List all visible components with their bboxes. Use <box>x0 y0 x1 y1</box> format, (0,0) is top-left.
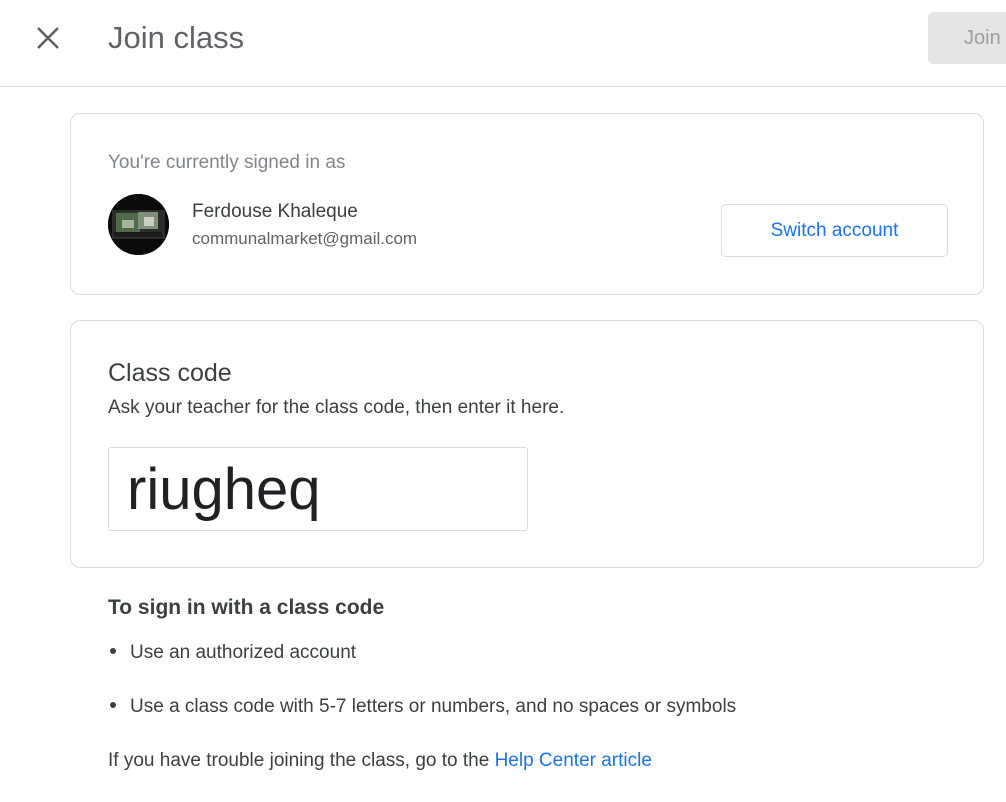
list-item: Use a class code with 5-7 letters or num… <box>110 696 736 718</box>
switch-account-button[interactable]: Switch account <box>721 204 948 257</box>
trouble-text: If you have trouble joining the class, g… <box>108 750 652 772</box>
bullet-text: Use an authorized account <box>130 642 357 663</box>
bullet-dot <box>110 702 116 709</box>
class-code-card: Class code Ask your teacher for the clas… <box>70 320 984 568</box>
top-app-bar: Join class Join <box>0 0 1006 87</box>
class-code-instructions: Ask your teacher for the class code, the… <box>108 397 565 418</box>
page-title: Join class <box>108 20 245 55</box>
account-name: Ferdouse Khaleque <box>192 201 358 222</box>
trouble-text-prefix: If you have trouble joining the class, g… <box>108 750 495 771</box>
bullet-dot <box>110 648 116 655</box>
class-code-input[interactable] <box>108 447 528 531</box>
signed-in-label: You're currently signed in as <box>108 152 346 173</box>
account-email: communalmarket@gmail.com <box>192 229 418 248</box>
bullet-text: Use a class code with 5-7 letters or num… <box>130 696 737 717</box>
avatar-image <box>108 194 169 255</box>
join-button[interactable]: Join <box>928 12 1006 64</box>
close-icon <box>37 27 59 49</box>
close-button[interactable] <box>24 14 72 62</box>
help-heading: To sign in with a class code <box>108 596 385 619</box>
list-item: Use an authorized account <box>110 642 356 664</box>
avatar <box>108 194 169 255</box>
account-card: You're currently signed in as Ferdouse K… <box>70 113 984 295</box>
class-code-heading: Class code <box>108 359 232 387</box>
help-center-link[interactable]: Help Center article <box>495 750 652 771</box>
